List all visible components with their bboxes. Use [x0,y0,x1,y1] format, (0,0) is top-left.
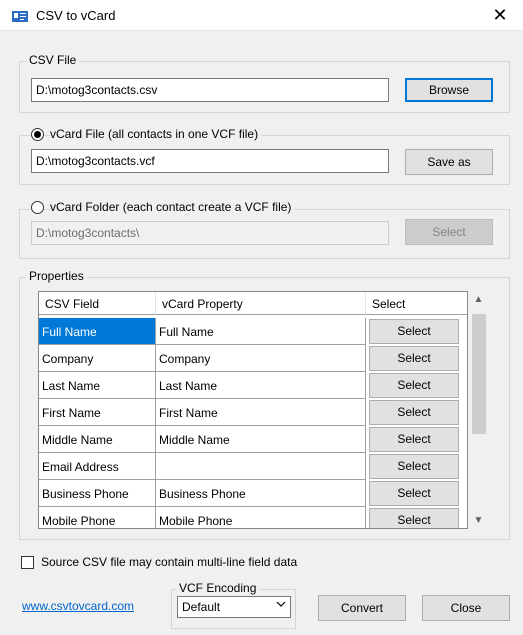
table-row[interactable]: Company Company Select [39,345,467,372]
scroll-thumb[interactable] [472,314,486,434]
row-select-button[interactable]: Select [369,427,459,452]
csv-field-cell[interactable]: Email Address [39,453,156,480]
properties-grid[interactable]: CSV Field vCard Property Select Full Nam… [38,291,468,529]
vcard-file-radio-label[interactable]: vCard File (all contacts in one VCF file… [50,127,262,141]
column-header-csv-field[interactable]: CSV Field [39,292,156,315]
vcard-property-cell[interactable]: Business Phone [156,480,366,507]
csv-field-cell[interactable]: Mobile Phone [39,507,156,528]
csv-field-cell[interactable]: Company [39,345,156,372]
vcard-file-radio[interactable] [31,128,44,141]
csv-path-input[interactable]: D:\motog3contacts.csv [31,78,389,102]
row-select-button[interactable]: Select [369,481,459,506]
vcard-property-cell[interactable]: First Name [156,399,366,426]
window-title: CSV to vCard [36,8,116,23]
vcard-folder-radio[interactable] [31,201,44,214]
vcard-property-cell[interactable]: Company [156,345,366,372]
column-header-select[interactable]: Select [366,292,467,315]
vcard-property-cell[interactable] [156,453,366,480]
vcard-property-cell[interactable]: Full Name [156,318,366,345]
row-select-button[interactable]: Select [369,400,459,425]
table-row[interactable]: Last Name Last Name Select [39,372,467,399]
vcard-property-cell[interactable]: Mobile Phone [156,507,366,528]
properties-group-label: Properties [26,269,87,283]
table-row[interactable]: Full Name Full Name Select [39,318,467,345]
vcf-encoding-label: VCF Encoding [176,581,260,595]
browse-button[interactable]: Browse [405,78,493,102]
csv-file-group-label: CSV File [26,53,80,67]
row-select-button[interactable]: Select [369,373,459,398]
title-bar: CSV to vCard ✕ [0,0,523,31]
multiline-checkbox[interactable] [21,556,34,569]
column-header-vcard-property[interactable]: vCard Property [156,292,366,315]
grid-header: CSV Field vCard Property Select [39,292,467,315]
grid-scrollbar[interactable]: ▲ ▼ [470,291,487,529]
website-link[interactable]: www.csvtovcard.com [22,599,134,613]
table-row[interactable]: Mobile Phone Mobile Phone Select [39,507,467,528]
csv-field-cell[interactable]: First Name [39,399,156,426]
vcard-file-path-input[interactable]: D:\motog3contacts.vcf [31,149,389,173]
vcard-folder-radio-label[interactable]: vCard Folder (each contact create a VCF … [50,200,295,214]
csv-field-cell[interactable]: Business Phone [39,480,156,507]
table-row[interactable]: Email Address Select [39,453,467,480]
close-button[interactable]: Close [422,595,510,621]
table-row[interactable]: First Name First Name Select [39,399,467,426]
app-icon [12,11,28,22]
row-select-button[interactable]: Select [369,454,459,479]
scroll-down-icon[interactable]: ▼ [470,512,487,529]
row-select-button[interactable]: Select [369,319,459,344]
vcf-encoding-value: Default [182,600,221,614]
multiline-checkbox-label[interactable]: Source CSV file may contain multi-line f… [41,555,297,569]
vcard-property-cell[interactable]: Middle Name [156,426,366,453]
table-row[interactable]: Business Phone Business Phone Select [39,480,467,507]
select-folder-button: Select [405,219,493,245]
close-icon[interactable]: ✕ [477,0,523,31]
save-as-button[interactable]: Save as [405,149,493,175]
row-select-button[interactable]: Select [369,346,459,371]
vcard-property-cell[interactable]: Last Name [156,372,366,399]
vcard-folder-path-input: D:\motog3contacts\ [31,221,389,245]
vcf-encoding-select[interactable]: Default [177,596,291,618]
row-select-button[interactable]: Select [369,508,459,528]
csv-field-cell[interactable]: Last Name [39,372,156,399]
csv-field-cell[interactable]: Full Name [39,318,156,345]
convert-button[interactable]: Convert [318,595,406,621]
chevron-down-icon [276,599,286,612]
csv-field-cell[interactable]: Middle Name [39,426,156,453]
table-row[interactable]: Middle Name Middle Name Select [39,426,467,453]
scroll-up-icon[interactable]: ▲ [470,291,487,308]
